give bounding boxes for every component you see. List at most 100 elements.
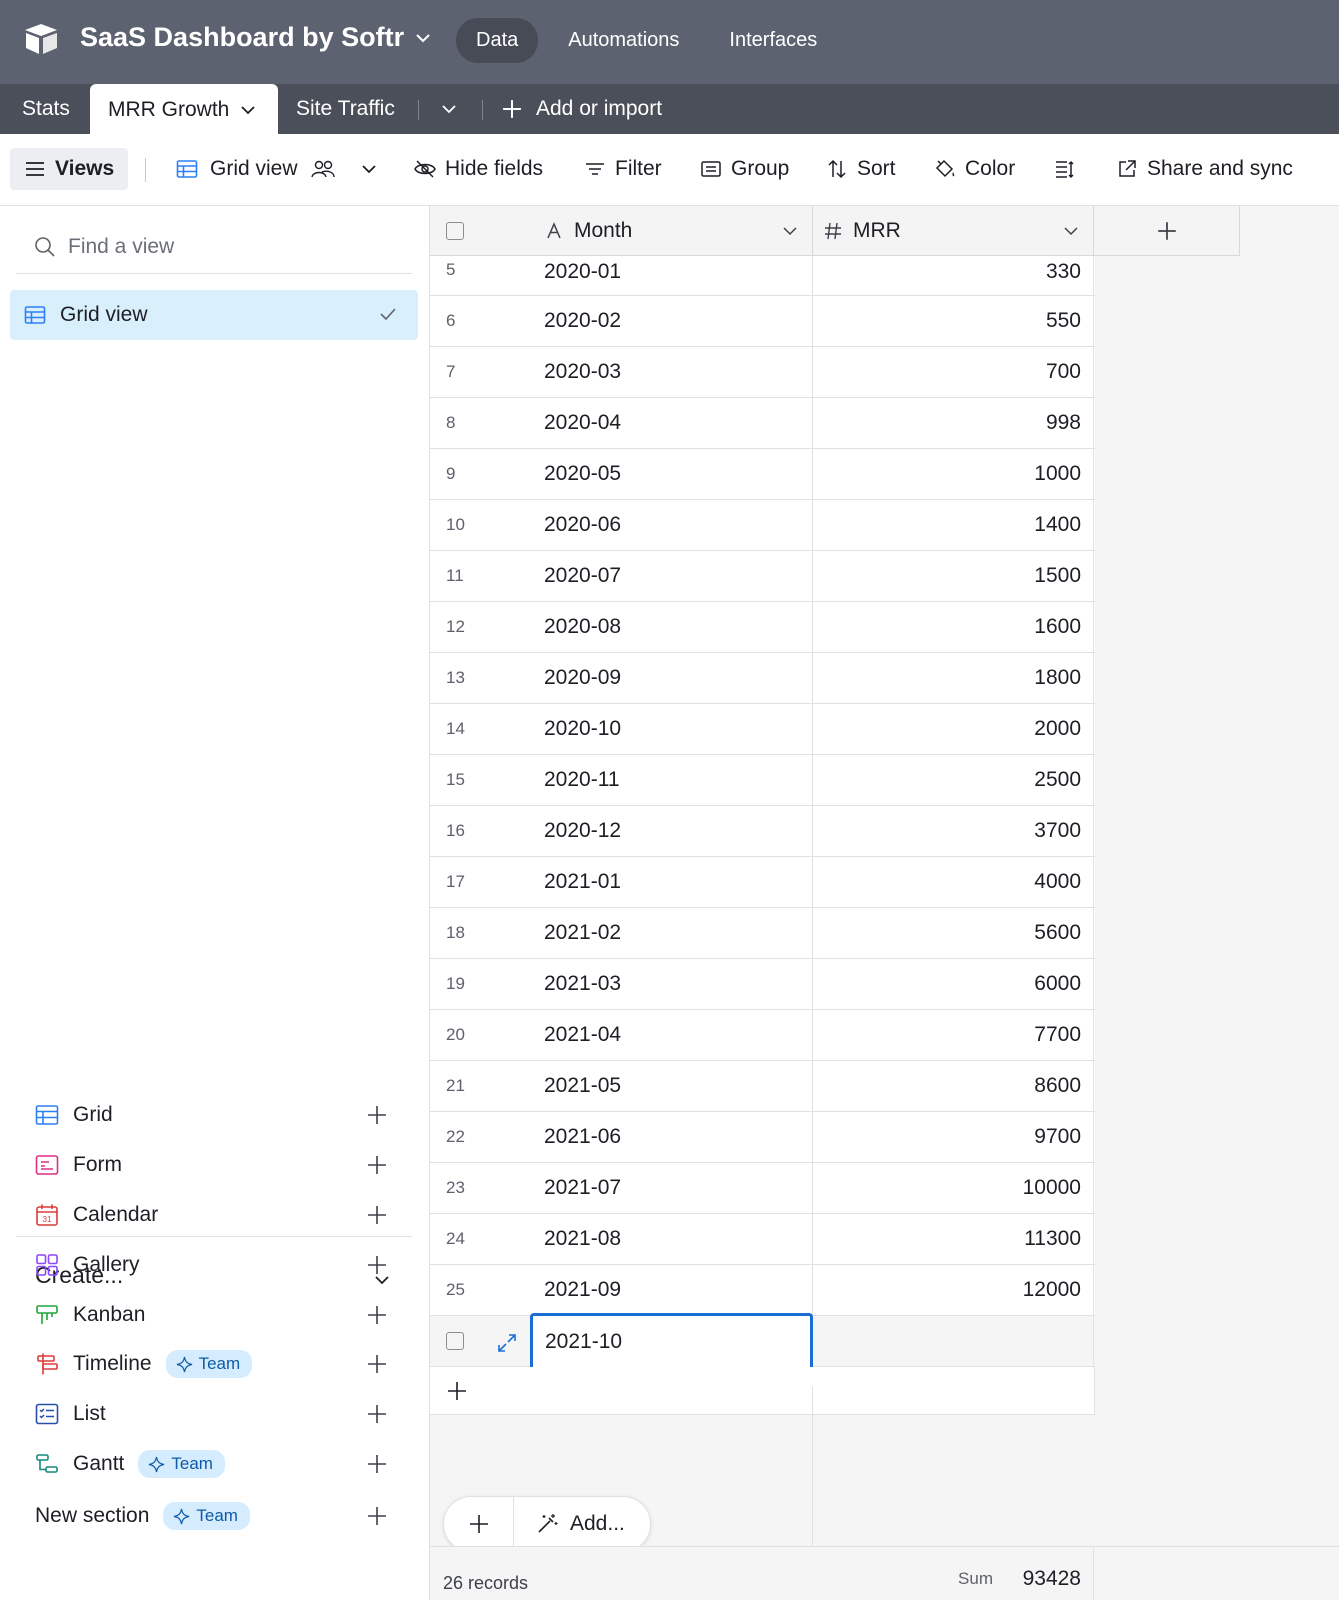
create-list-item[interactable]: List (35, 1394, 395, 1434)
find-view-input[interactable] (68, 234, 388, 259)
table-row[interactable]: 21 2021-05 8600 (430, 1061, 1095, 1112)
cell-month[interactable]: 2020-07 (530, 551, 813, 601)
table-row[interactable]: 15 2020-11 2500 (430, 755, 1095, 806)
tab-stats[interactable]: Stats (22, 84, 70, 134)
hide-fields-button[interactable]: Hide fields (414, 148, 543, 190)
cell-mrr[interactable]: 1500 (813, 551, 1094, 601)
table-row[interactable]: 19 2021-03 6000 (430, 959, 1095, 1010)
cell-mrr[interactable]: 2000 (813, 704, 1094, 754)
cell-mrr[interactable]: 330 (813, 256, 1094, 295)
table-row[interactable]: 16 2020-12 3700 (430, 806, 1095, 857)
cell-month[interactable]: 2021-04 (530, 1010, 813, 1060)
select-all-checkbox[interactable] (446, 221, 464, 240)
cell-mrr[interactable]: 4000 (813, 857, 1094, 907)
cell-month[interactable]: 2021-08 (530, 1214, 813, 1264)
cell-mrr[interactable]: 3700 (813, 806, 1094, 856)
plus-icon[interactable] (367, 1305, 387, 1325)
table-row[interactable]: 25 2021-09 12000 (430, 1265, 1095, 1316)
cell-mrr[interactable]: 7700 (813, 1010, 1094, 1060)
color-button[interactable]: Color (934, 148, 1015, 190)
group-button[interactable]: Group (700, 148, 789, 190)
create-grid-item[interactable]: Grid (35, 1095, 395, 1135)
plus-icon[interactable] (367, 1255, 387, 1275)
plus-icon[interactable] (367, 1205, 387, 1225)
create-kanban-item[interactable]: Kanban (35, 1295, 395, 1335)
nav-interfaces[interactable]: Interfaces (709, 18, 837, 63)
cell-month[interactable]: 2020-04 (530, 398, 813, 448)
create-calendar-item[interactable]: 31 Calendar (35, 1195, 395, 1235)
cell-month[interactable]: 2020-06 (530, 500, 813, 550)
table-row[interactable]: 9 2020-05 1000 (430, 449, 1095, 500)
create-form-item[interactable]: Form (35, 1145, 395, 1185)
sidebar-item-grid-view[interactable]: Grid view (10, 290, 418, 340)
plus-icon[interactable] (367, 1506, 387, 1526)
cell-mrr[interactable]: 6000 (813, 959, 1094, 1009)
plus-icon[interactable] (367, 1105, 387, 1125)
cell-month[interactable]: 2021-09 (530, 1265, 813, 1315)
cell-mrr[interactable]: 10000 (813, 1163, 1094, 1213)
cell-mrr[interactable]: 1600 (813, 602, 1094, 652)
add-field-button[interactable] (1094, 206, 1240, 256)
plus-icon[interactable] (367, 1404, 387, 1424)
tab-mrr-growth[interactable]: MRR Growth (90, 84, 278, 136)
chevron-down-icon[interactable] (1061, 221, 1081, 241)
cell-mrr[interactable]: 8600 (813, 1061, 1094, 1111)
plus-icon[interactable] (367, 1354, 387, 1374)
base-name-menu[interactable]: SaaS Dashboard by Softr (80, 22, 432, 53)
table-row[interactable]: 13 2020-09 1800 (430, 653, 1095, 704)
create-gallery-item[interactable]: Gallery (35, 1245, 395, 1285)
cell-month[interactable]: 2020-01 (530, 256, 813, 295)
cell-mrr[interactable]: 998 (813, 398, 1094, 448)
cell-mrr[interactable]: 9700 (813, 1112, 1094, 1162)
cell-mrr[interactable]: 1000 (813, 449, 1094, 499)
cell-editor[interactable] (530, 1313, 813, 1371)
new-section-item[interactable]: New section Team (35, 1496, 395, 1536)
row-checkbox[interactable] (446, 1332, 464, 1350)
add-record-button[interactable] (444, 1497, 514, 1551)
cell-mrr[interactable]: 1800 (813, 653, 1094, 703)
table-row[interactable]: 24 2021-08 11300 (430, 1214, 1095, 1265)
cell-mrr[interactable]: 1400 (813, 500, 1094, 550)
table-row[interactable]: 22 2021-06 9700 (430, 1112, 1095, 1163)
share-and-sync-button[interactable]: Share and sync (1116, 148, 1293, 190)
cell-editor-input[interactable] (533, 1316, 810, 1368)
cell-month[interactable]: 2020-02 (530, 296, 813, 346)
cell-month[interactable]: 2020-12 (530, 806, 813, 856)
tab-site-traffic[interactable]: Site Traffic (296, 84, 395, 134)
cell-mrr[interactable]: 550 (813, 296, 1094, 346)
sort-button[interactable]: Sort (826, 148, 896, 190)
cell-mrr[interactable]: 12000 (813, 1265, 1094, 1315)
table-row[interactable]: 17 2021-01 4000 (430, 857, 1095, 908)
cell-month[interactable]: 2020-03 (530, 347, 813, 397)
chevron-down-icon[interactable] (780, 221, 800, 241)
new-record-row[interactable] (430, 1313, 1095, 1371)
current-view-menu[interactable]: Grid view (176, 148, 380, 190)
nav-automations[interactable]: Automations (548, 18, 699, 63)
cell-month[interactable]: 2020-10 (530, 704, 813, 754)
table-row[interactable]: 12 2020-08 1600 (430, 602, 1095, 653)
table-row[interactable]: 6 2020-02 550 (430, 296, 1095, 347)
cell-month[interactable]: 2020-11 (530, 755, 813, 805)
cell-mrr[interactable]: 5600 (813, 908, 1094, 958)
cell-month[interactable]: 2020-09 (530, 653, 813, 703)
cell-month[interactable]: 2021-07 (530, 1163, 813, 1213)
cell-month[interactable]: 2021-05 (530, 1061, 813, 1111)
table-row[interactable]: 7 2020-03 700 (430, 347, 1095, 398)
cell-month[interactable]: 2020-05 (530, 449, 813, 499)
create-timeline-item[interactable]: Timeline Team (35, 1344, 395, 1384)
plus-icon[interactable] (367, 1155, 387, 1175)
table-row[interactable]: 11 2020-07 1500 (430, 551, 1095, 602)
cell-mrr[interactable]: 700 (813, 347, 1094, 397)
add-row-button[interactable] (430, 1367, 1095, 1415)
row-height-button[interactable] (1054, 148, 1076, 190)
table-row[interactable]: 10 2020-06 1400 (430, 500, 1095, 551)
nav-data[interactable]: Data (456, 18, 539, 63)
plus-icon[interactable] (367, 1454, 387, 1474)
cell-month[interactable]: 2020-08 (530, 602, 813, 652)
cell-mrr[interactable]: 11300 (813, 1214, 1094, 1264)
table-row[interactable]: 20 2021-04 7700 (430, 1010, 1095, 1061)
add-or-import-button[interactable]: Add or import (502, 84, 662, 134)
table-row[interactable]: 23 2021-07 10000 (430, 1163, 1095, 1214)
mrr-summary[interactable]: Sum 93428 (813, 1547, 1094, 1600)
cell-mrr[interactable] (813, 1316, 1094, 1366)
